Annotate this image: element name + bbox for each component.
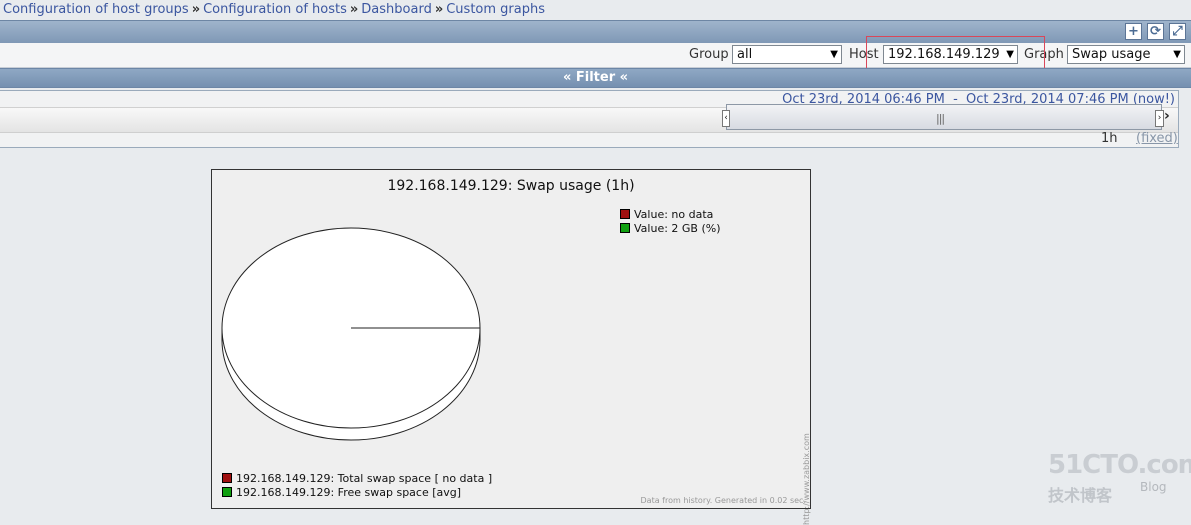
scrollbar-right-handle[interactable]: › xyxy=(1155,110,1164,127)
fullscreen-icon[interactable]: ⤢ xyxy=(1169,23,1186,40)
graph-select[interactable]: Swap usage ▼ xyxy=(1067,45,1185,64)
zabbix-watermark: http://www.zabbix.com xyxy=(802,433,811,525)
chevron-down-icon: ▼ xyxy=(830,49,838,60)
breadcrumb-separator: » xyxy=(434,2,444,17)
graph-footer: Data from history. Generated in 0.02 sec… xyxy=(640,496,806,505)
legend-swatch xyxy=(222,487,232,497)
legend-label: 192.168.149.129: Total swap space [ no d… xyxy=(236,472,493,485)
breadcrumb-separator: » xyxy=(349,2,359,17)
graph-panel: 192.168.149.129: Swap usage (1h) Value: … xyxy=(211,169,811,525)
breadcrumb-host-groups[interactable]: Configuration of host groups xyxy=(3,2,189,17)
logo-blog: Blog xyxy=(1140,480,1167,494)
legend-item: 192.168.149.129: Free swap space [avg] xyxy=(222,486,461,499)
filter-toggle[interactable]: « Filter « xyxy=(0,68,1191,88)
breadcrumb-custom-graphs[interactable]: Custom graphs xyxy=(446,2,545,17)
breadcrumb-dashboard[interactable]: Dashboard xyxy=(361,2,432,17)
chevron-down-icon: ▼ xyxy=(1173,49,1181,60)
period-value: 1h xyxy=(1101,131,1118,146)
pie-chart xyxy=(221,227,481,441)
group-select[interactable]: all ▼ xyxy=(732,45,842,64)
chevron-up-icon: « xyxy=(619,70,629,85)
breadcrumb: Configuration of host groups» Configurati… xyxy=(3,1,545,19)
filter-label: Filter xyxy=(575,70,616,85)
logo-main: 51CTO.com xyxy=(1048,450,1191,480)
group-label: Group xyxy=(689,47,729,62)
chevron-right-icon[interactable]: › xyxy=(1164,108,1170,124)
breadcrumb-hosts[interactable]: Configuration of hosts xyxy=(203,2,347,17)
legend-item: 192.168.149.129: Total swap space [ no d… xyxy=(222,472,492,485)
chevron-up-icon: « xyxy=(562,70,572,85)
site-logo: 51CTO.com 技术博客 Blog xyxy=(1048,450,1191,506)
legend-swatch xyxy=(222,473,232,483)
graph-select-value: Swap usage xyxy=(1072,47,1151,62)
fixed-toggle[interactable]: (fixed) xyxy=(1136,131,1178,146)
add-icon[interactable]: + xyxy=(1125,23,1142,40)
scrollbar-grip-icon[interactable]: ||| xyxy=(936,112,945,125)
logo-sub: 技术博客 xyxy=(1048,486,1113,505)
group-select-value: all xyxy=(737,47,753,62)
breadcrumb-separator: » xyxy=(191,2,201,17)
legend-label: 192.168.149.129: Free swap space [avg] xyxy=(236,486,462,499)
scrollbar-left-handle[interactable]: ‹ xyxy=(722,110,730,127)
time-scrollbar[interactable]: ||| xyxy=(726,104,1162,130)
refresh-icon[interactable]: ⟳ xyxy=(1147,23,1164,40)
